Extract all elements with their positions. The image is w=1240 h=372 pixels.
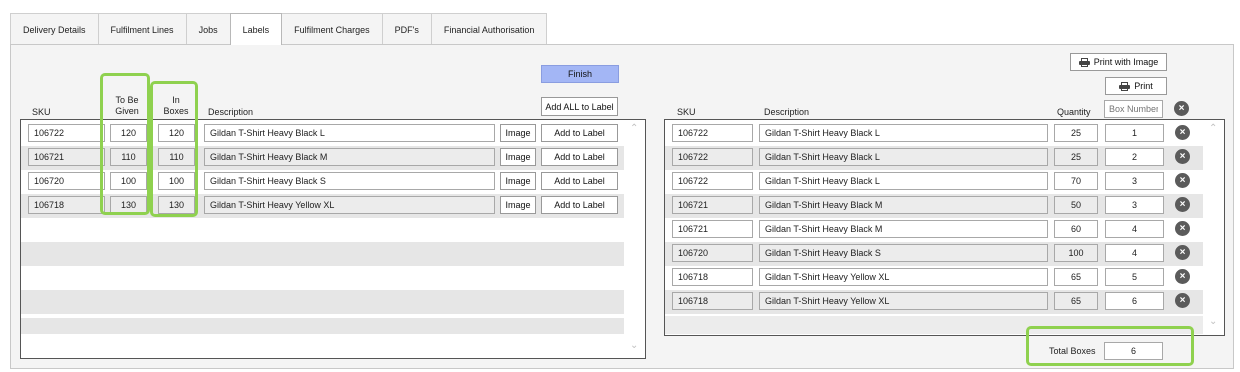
tab-labels[interactable]: Labels: [229, 13, 283, 45]
in-boxes-field[interactable]: 130: [158, 196, 195, 214]
description-field[interactable]: Gildan T-Shirt Heavy Yellow XL: [759, 292, 1048, 310]
box-number-field[interactable]: 4: [1105, 220, 1164, 238]
scroll-down-icon[interactable]: ⌄: [630, 340, 638, 351]
box-number-field[interactable]: 3: [1105, 196, 1164, 214]
box-number-field[interactable]: 6: [1105, 292, 1164, 310]
description-field[interactable]: Gildan T-Shirt Heavy Black L: [759, 148, 1048, 166]
remove-row-icon[interactable]: ×: [1175, 269, 1190, 284]
sku-field[interactable]: 106722: [672, 124, 753, 142]
add-to-label-button[interactable]: Add to Label: [541, 172, 618, 190]
description-field[interactable]: Gildan T-Shirt Heavy Black L: [204, 124, 495, 142]
remove-all-icon[interactable]: ×: [1174, 101, 1189, 116]
sku-field[interactable]: 106718: [672, 292, 753, 310]
add-all-to-label-button[interactable]: Add ALL to Label: [541, 97, 618, 116]
right-header-quantity: Quantity: [1057, 107, 1091, 117]
remove-row-icon[interactable]: ×: [1175, 245, 1190, 260]
scroll-up-icon[interactable]: ⌃: [630, 123, 638, 134]
box-number-field[interactable]: 4: [1105, 244, 1164, 262]
printer-icon: [1078, 57, 1090, 67]
description-field[interactable]: Gildan T-Shirt Heavy Black M: [204, 148, 495, 166]
to-be-given-field[interactable]: 100: [110, 172, 147, 190]
quantity-field[interactable]: 65: [1054, 292, 1098, 310]
description-field[interactable]: Gildan T-Shirt Heavy Yellow XL: [204, 196, 495, 214]
add-to-label-button[interactable]: Add to Label: [541, 124, 618, 142]
in-boxes-field[interactable]: 110: [158, 148, 195, 166]
add-to-label-button[interactable]: Add to Label: [541, 148, 618, 166]
quantity-field[interactable]: 60: [1054, 220, 1098, 238]
description-field[interactable]: Gildan T-Shirt Heavy Black S: [759, 244, 1048, 262]
sku-field[interactable]: 106721: [28, 148, 105, 166]
sku-field[interactable]: 106722: [672, 172, 753, 190]
box-number-field[interactable]: 5: [1105, 268, 1164, 286]
quantity-field[interactable]: 25: [1054, 124, 1098, 142]
box-number-field[interactable]: 3: [1105, 172, 1164, 190]
remove-row-icon[interactable]: ×: [1175, 197, 1190, 212]
quantity-field[interactable]: 65: [1054, 268, 1098, 286]
description-field[interactable]: Gildan T-Shirt Heavy Yellow XL: [759, 268, 1048, 286]
description-field[interactable]: Gildan T-Shirt Heavy Black L: [759, 124, 1048, 142]
left-header-sku: SKU: [32, 107, 51, 117]
image-button[interactable]: Image: [500, 172, 536, 190]
to-be-given-field[interactable]: 130: [110, 196, 147, 214]
quantity-field[interactable]: 100: [1054, 244, 1098, 262]
finish-button[interactable]: Finish: [541, 65, 619, 83]
tab-fulfilment-lines[interactable]: Fulfilment Lines: [97, 13, 187, 45]
box-number-field[interactable]: 2: [1105, 148, 1164, 166]
scroll-down-icon[interactable]: ⌄: [1209, 316, 1217, 327]
image-button[interactable]: Image: [500, 148, 536, 166]
to-be-given-field[interactable]: 110: [110, 148, 147, 166]
image-button[interactable]: Image: [500, 196, 536, 214]
sku-field[interactable]: 106718: [672, 268, 753, 286]
tab-bar: Delivery Details Fulfilment Lines Jobs L…: [10, 13, 548, 45]
sku-field[interactable]: 106720: [672, 244, 753, 262]
sku-field[interactable]: 106721: [672, 196, 753, 214]
quantity-field[interactable]: 50: [1054, 196, 1098, 214]
remove-row-icon[interactable]: ×: [1175, 149, 1190, 164]
tab-pdfs[interactable]: PDF's: [381, 13, 432, 45]
sku-field[interactable]: 106718: [28, 196, 105, 214]
remove-row-icon[interactable]: ×: [1175, 293, 1190, 308]
box-number-input[interactable]: [1104, 100, 1163, 118]
sku-field[interactable]: 106722: [28, 124, 105, 142]
add-to-label-button[interactable]: Add to Label: [541, 196, 618, 214]
image-button[interactable]: Image: [500, 124, 536, 142]
print-with-image-label: Print with Image: [1093, 57, 1159, 67]
printer-icon: [1119, 81, 1131, 91]
total-boxes-field: 6: [1104, 342, 1163, 360]
right-header-sku: SKU: [677, 107, 696, 117]
box-number-field[interactable]: 1: [1105, 124, 1164, 142]
print-with-image-button[interactable]: Print with Image: [1070, 53, 1167, 71]
quantity-field[interactable]: 70: [1054, 172, 1098, 190]
tab-jobs[interactable]: Jobs: [185, 13, 231, 45]
tab-financial-authorisation[interactable]: Financial Authorisation: [430, 13, 548, 45]
left-items-list: 106722 120 120 Gildan T-Shirt Heavy Blac…: [20, 119, 646, 359]
remove-row-icon[interactable]: ×: [1175, 173, 1190, 188]
description-field[interactable]: Gildan T-Shirt Heavy Black S: [204, 172, 495, 190]
sku-field[interactable]: 106721: [672, 220, 753, 238]
remove-row-icon[interactable]: ×: [1175, 125, 1190, 140]
right-label-list: 106722 Gildan T-Shirt Heavy Black L 25 1…: [664, 119, 1225, 336]
left-header-to-be-given: To Be Given: [115, 95, 139, 116]
in-boxes-field[interactable]: 120: [158, 124, 195, 142]
total-boxes-label: Total Boxes: [1049, 346, 1096, 356]
sku-field[interactable]: 106722: [672, 148, 753, 166]
print-label: Print: [1134, 81, 1153, 91]
left-header-in-boxes: In Boxes: [163, 95, 189, 116]
scroll-up-icon[interactable]: ⌃: [1209, 123, 1217, 134]
in-boxes-field[interactable]: 100: [158, 172, 195, 190]
left-header-description: Description: [208, 107, 254, 117]
print-button[interactable]: Print: [1105, 77, 1167, 95]
right-header-description: Description: [764, 107, 810, 117]
to-be-given-field[interactable]: 120: [110, 124, 147, 142]
remove-row-icon[interactable]: ×: [1175, 221, 1190, 236]
description-field[interactable]: Gildan T-Shirt Heavy Black M: [759, 220, 1048, 238]
quantity-field[interactable]: 25: [1054, 148, 1098, 166]
description-field[interactable]: Gildan T-Shirt Heavy Black L: [759, 172, 1048, 190]
sku-field[interactable]: 106720: [28, 172, 105, 190]
tab-fulfilment-charges[interactable]: Fulfilment Charges: [281, 13, 383, 45]
description-field[interactable]: Gildan T-Shirt Heavy Black M: [759, 196, 1048, 214]
tab-delivery-details[interactable]: Delivery Details: [10, 13, 99, 45]
